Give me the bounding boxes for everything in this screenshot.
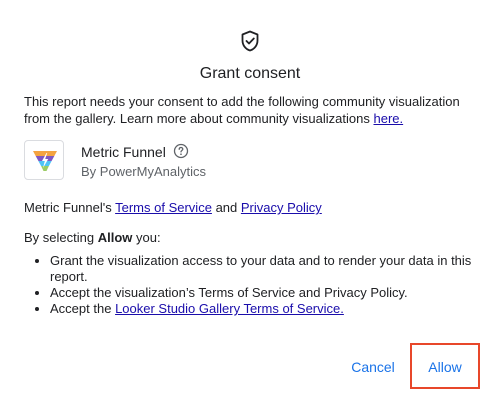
consent-point: Accept the Looker Studio Gallery Terms o… [50,301,484,317]
visualization-card: Metric Funnel By PowerMyAnalytics [24,140,324,182]
cancel-button[interactable]: Cancel [338,352,408,382]
privacy-policy-link[interactable]: Privacy Policy [241,200,322,215]
terms-of-service-link[interactable]: Terms of Service [115,200,212,215]
selecting-prefix: By selecting [24,230,95,245]
point-prefix: Accept the [50,301,112,316]
selecting-suffix: you: [136,230,161,245]
visualization-name: Metric Funnel [81,144,166,160]
dialog-description: This report needs your consent to add th… [24,93,480,127]
shield-check-icon [241,30,259,52]
consent-points-list: Grant the visualization access to your d… [24,253,484,317]
terms-line: Metric Funnel's Terms of Service and Pri… [24,199,322,216]
terms-and: and [215,200,238,215]
visualization-author: By PowerMyAnalytics [81,164,206,179]
dialog-title: Grant consent [199,65,301,82]
allow-button[interactable]: Allow [412,352,478,382]
funnel-logo-icon [24,140,64,180]
selecting-allow-bold: Allow [97,230,133,245]
consent-dialog: Grant consent This report needs your con… [0,0,500,402]
help-circle-icon[interactable] [173,143,189,159]
consent-point: Grant the visualization access to your d… [50,253,484,285]
allow-highlight-box: Allow [410,343,480,389]
terms-prefix: Metric Funnel's [24,200,112,215]
selecting-statement: By selecting Allow you: [24,229,161,246]
learn-more-link[interactable]: here. [373,111,403,126]
consent-point: Accept the visualization’s Terms of Serv… [50,285,484,301]
gallery-terms-link[interactable]: Looker Studio Gallery Terms of Service. [115,301,344,316]
